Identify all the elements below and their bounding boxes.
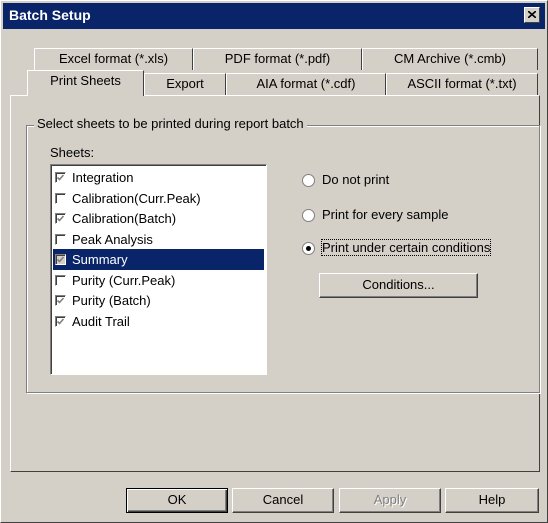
checkmark-icon — [56, 318, 65, 325]
checkbox[interactable] — [55, 234, 66, 245]
checkmark-icon — [56, 297, 65, 304]
radio-do-not-print[interactable] — [302, 174, 315, 187]
radio-print-under-conditions[interactable] — [302, 242, 315, 255]
list-item-label: Purity (Curr.Peak) — [72, 273, 176, 288]
radio-label-print-under-conditions[interactable]: Print under certain conditions — [320, 239, 492, 256]
window-title: Batch Setup — [9, 7, 91, 23]
checkmark-icon — [56, 174, 65, 181]
sheets-label-text: Sheets: — [50, 145, 95, 160]
apply-button[interactable]: Apply — [339, 488, 441, 513]
list-item-calibration-curr-peak[interactable]: Calibration(Curr.Peak) — [53, 188, 264, 209]
groupbox-label: Select sheets to be printed during repor… — [34, 116, 307, 131]
cancel-button[interactable]: Cancel — [232, 488, 334, 513]
list-item-label: Summary — [72, 252, 128, 267]
checkbox[interactable] — [55, 275, 66, 286]
list-item-label: Purity (Batch) — [72, 293, 151, 308]
sheets-label: Sheets: — [50, 145, 94, 160]
help-button[interactable]: Help — [445, 488, 539, 513]
tab-excel-format[interactable]: Excel format (*.xls) — [34, 48, 193, 70]
checkbox[interactable] — [55, 172, 66, 183]
list-item-label: Peak Analysis — [72, 232, 153, 247]
list-item-audit-trail[interactable]: Audit Trail — [53, 311, 264, 332]
conditions-button[interactable]: Conditions... — [319, 273, 478, 298]
radio-selected-dot — [306, 246, 311, 251]
radio-print-every-sample[interactable] — [302, 209, 315, 222]
list-item-label: Audit Trail — [72, 314, 130, 329]
checkbox[interactable] — [55, 295, 66, 306]
list-item-summary[interactable]: Summary — [53, 249, 264, 270]
checkmark-icon — [56, 256, 65, 263]
checkbox[interactable] — [55, 316, 66, 327]
tab-cm-archive[interactable]: CM Archive (*.cmb) — [362, 48, 538, 70]
list-item-integration[interactable]: Integration — [53, 167, 264, 188]
list-item-purity-curr-peak[interactable]: Purity (Curr.Peak) — [53, 270, 264, 291]
radio-label-do-not-print[interactable]: Do not print — [322, 172, 389, 187]
checkbox[interactable] — [55, 254, 66, 265]
list-item-peak-analysis[interactable]: Peak Analysis — [53, 229, 264, 250]
checkbox[interactable] — [55, 213, 66, 224]
radio-label-print-every-sample[interactable]: Print for every sample — [322, 207, 448, 222]
title-bar[interactable]: Batch Setup — [3, 3, 545, 29]
checkmark-icon — [56, 215, 65, 222]
tab-pdf-format[interactable]: PDF format (*.pdf) — [193, 48, 362, 70]
checkbox[interactable] — [55, 193, 66, 204]
sheets-listbox[interactable]: Integration Calibration(Curr.Peak) Calib… — [50, 164, 267, 375]
list-item-label: Calibration(Batch) — [72, 211, 177, 226]
list-item-purity-batch[interactable]: Purity (Batch) — [53, 290, 264, 311]
ok-button[interactable]: OK — [126, 488, 228, 513]
list-item-label: Calibration(Curr.Peak) — [72, 191, 201, 206]
tab-export[interactable]: Export — [144, 73, 226, 95]
tab-ascii-format[interactable]: ASCII format (*.txt) — [386, 73, 538, 95]
list-item-label: Integration — [72, 170, 134, 185]
close-icon — [528, 11, 536, 18]
tab-print-sheets[interactable]: Print Sheets — [27, 70, 144, 96]
list-item-calibration-batch[interactable]: Calibration(Batch) — [53, 208, 264, 229]
close-button[interactable] — [524, 7, 540, 23]
tab-aia-format[interactable]: AIA format (*.cdf) — [226, 73, 386, 95]
